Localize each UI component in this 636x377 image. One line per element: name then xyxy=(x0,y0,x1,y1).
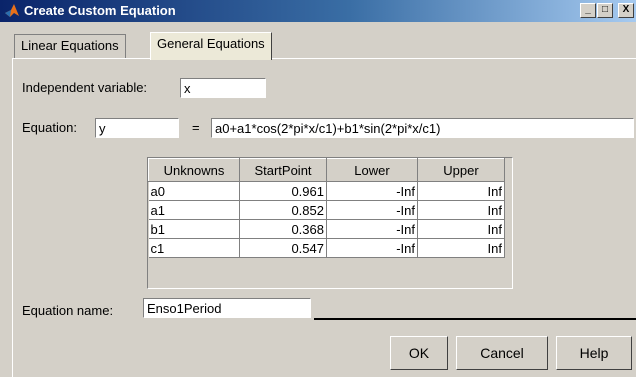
table-row: b1 0.368 -Inf Inf xyxy=(148,219,505,239)
table-row: c1 0.547 -Inf Inf xyxy=(148,238,505,258)
lower-cell[interactable]: -Inf xyxy=(326,181,418,201)
startpoint-cell[interactable]: 0.547 xyxy=(239,238,327,258)
upper-cell[interactable]: Inf xyxy=(417,238,505,258)
ok-button[interactable]: OK xyxy=(390,336,448,370)
lower-cell[interactable]: -Inf xyxy=(326,200,418,220)
upper-cell[interactable]: Inf xyxy=(417,181,505,201)
equation-rhs-input[interactable] xyxy=(211,118,634,138)
tab-general-equations[interactable]: General Equations xyxy=(150,32,272,60)
column-header-startpoint[interactable]: StartPoint xyxy=(239,158,327,182)
separator-line xyxy=(314,318,636,320)
equation-lhs-input[interactable] xyxy=(95,118,179,138)
unknown-cell[interactable]: c1 xyxy=(148,238,240,258)
title-bar: Create Custom Equation _ □ X xyxy=(0,0,636,22)
startpoint-cell[interactable]: 0.852 xyxy=(239,200,327,220)
lower-cell[interactable]: -Inf xyxy=(326,219,418,239)
cancel-button[interactable]: Cancel xyxy=(456,336,548,370)
tab-linear-equations[interactable]: Linear Equations xyxy=(14,34,126,58)
equals-sign: = xyxy=(192,120,200,135)
equation-label: Equation: xyxy=(22,120,77,135)
column-header-lower[interactable]: Lower xyxy=(326,158,418,182)
coefficients-table: Unknowns StartPoint Lower Upper a0 0.961… xyxy=(147,157,513,289)
matlab-logo-icon xyxy=(5,4,19,17)
window-title: Create Custom Equation xyxy=(24,3,176,18)
equation-name-input[interactable] xyxy=(143,298,311,318)
column-header-unknowns[interactable]: Unknowns xyxy=(148,158,240,182)
maximize-button[interactable]: □ xyxy=(597,3,613,18)
column-header-upper[interactable]: Upper xyxy=(417,158,505,182)
close-button[interactable]: X xyxy=(618,3,634,18)
table-row: a1 0.852 -Inf Inf xyxy=(148,200,505,220)
startpoint-cell[interactable]: 0.961 xyxy=(239,181,327,201)
unknown-cell[interactable]: a0 xyxy=(148,181,240,201)
upper-cell[interactable]: Inf xyxy=(417,200,505,220)
independent-variable-input[interactable] xyxy=(180,78,266,98)
unknown-cell[interactable]: a1 xyxy=(148,200,240,220)
lower-cell[interactable]: -Inf xyxy=(326,238,418,258)
unknown-cell[interactable]: b1 xyxy=(148,219,240,239)
upper-cell[interactable]: Inf xyxy=(417,219,505,239)
equation-name-label: Equation name: xyxy=(22,303,114,318)
minimize-button[interactable]: _ xyxy=(580,3,596,18)
independent-variable-label: Independent variable: xyxy=(22,80,148,95)
startpoint-cell[interactable]: 0.368 xyxy=(239,219,327,239)
table-row: a0 0.961 -Inf Inf xyxy=(148,181,505,201)
help-button[interactable]: Help xyxy=(556,336,632,370)
